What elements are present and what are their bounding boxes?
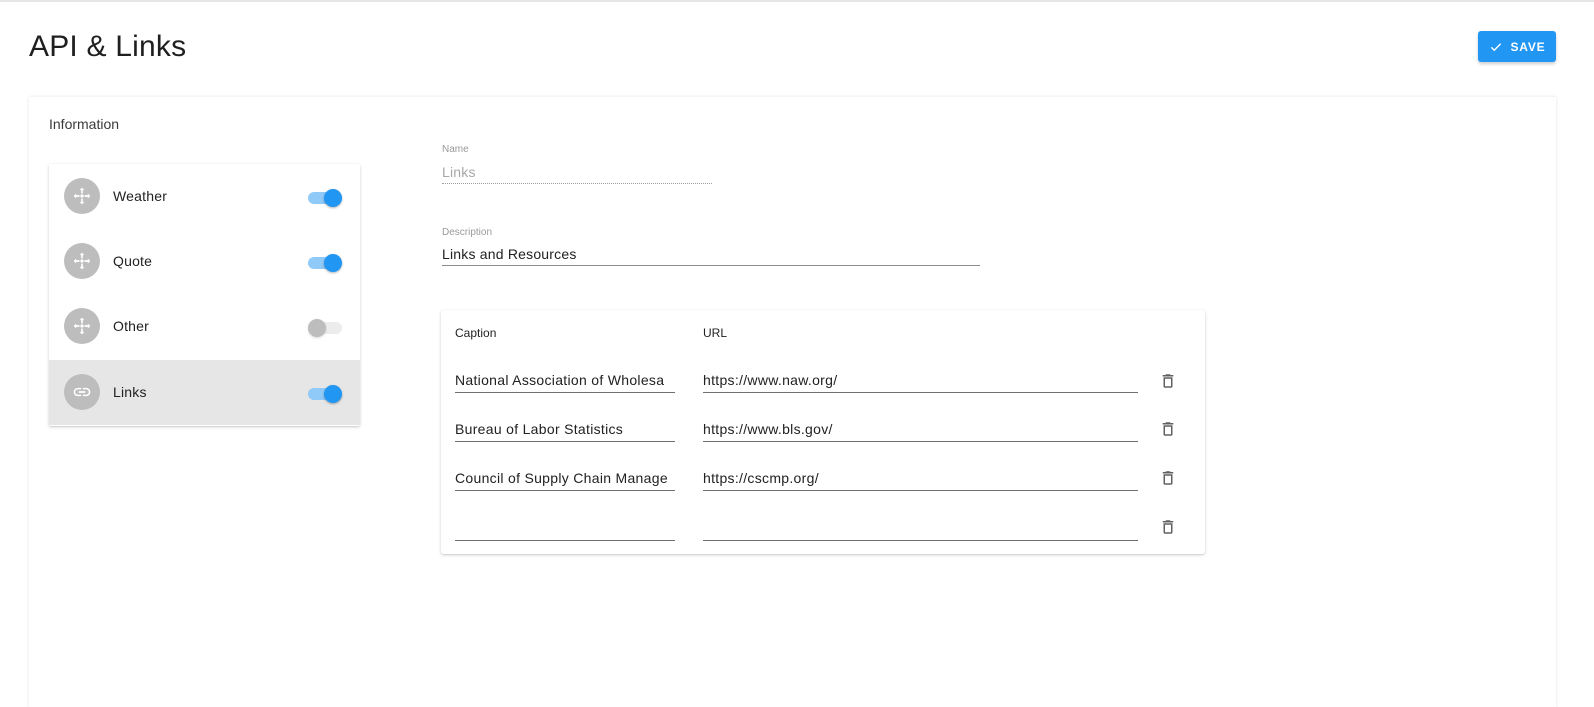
move-icon [73,187,91,205]
move-icon [73,317,91,335]
link-icon [73,387,91,397]
caption-input[interactable] [455,465,675,491]
top-divider [0,0,1594,2]
delete-row-button[interactable] [1157,418,1179,440]
url-input[interactable] [703,416,1138,442]
drag-handle[interactable] [64,243,100,279]
widget-list: Weather Quote Other Links [49,164,360,426]
widget-item-weather[interactable]: Weather [49,164,360,229]
url-column-header: URL [703,326,728,340]
save-button[interactable]: SAVE [1478,31,1556,62]
widget-item-links[interactable]: Links [49,360,360,425]
widget-item-quote[interactable]: Quote [49,229,360,294]
other-toggle[interactable] [308,318,342,337]
save-button-label: SAVE [1510,39,1546,54]
description-field[interactable] [442,242,980,266]
delete-row-button[interactable] [1157,516,1179,538]
links-table: Caption URL [441,310,1205,554]
move-icon [73,252,91,270]
page-title: API & Links [29,30,187,63]
delete-row-button[interactable] [1157,467,1179,489]
url-input[interactable] [703,465,1138,491]
widget-item-other[interactable]: Other [49,294,360,359]
widget-item-label: Links [113,384,147,400]
caption-input[interactable] [455,367,675,393]
delete-row-button[interactable] [1157,370,1179,392]
link-avatar [64,374,100,410]
information-card: Information Weather Quote Other Links Na… [29,97,1556,707]
quote-toggle[interactable] [308,253,342,272]
links-toggle[interactable] [308,384,342,403]
widget-item-label: Weather [113,188,168,204]
url-input[interactable] [703,367,1138,393]
weather-toggle[interactable] [308,188,342,207]
name-field-label: Name [442,144,469,155]
trash-icon [1162,422,1174,436]
description-field-label: Description [442,227,493,238]
caption-column-header: Caption [455,326,497,340]
widget-item-label: Other [113,318,150,334]
trash-icon [1162,471,1174,485]
caption-input[interactable] [455,515,675,541]
drag-handle[interactable] [64,178,100,214]
trash-icon [1162,520,1174,534]
trash-icon [1162,374,1174,388]
name-field[interactable] [442,160,712,184]
check-icon [1490,42,1501,51]
caption-input[interactable] [455,416,675,442]
url-input[interactable] [703,515,1138,541]
drag-handle[interactable] [64,308,100,344]
widget-item-label: Quote [113,253,153,269]
card-title: Information [49,116,120,132]
